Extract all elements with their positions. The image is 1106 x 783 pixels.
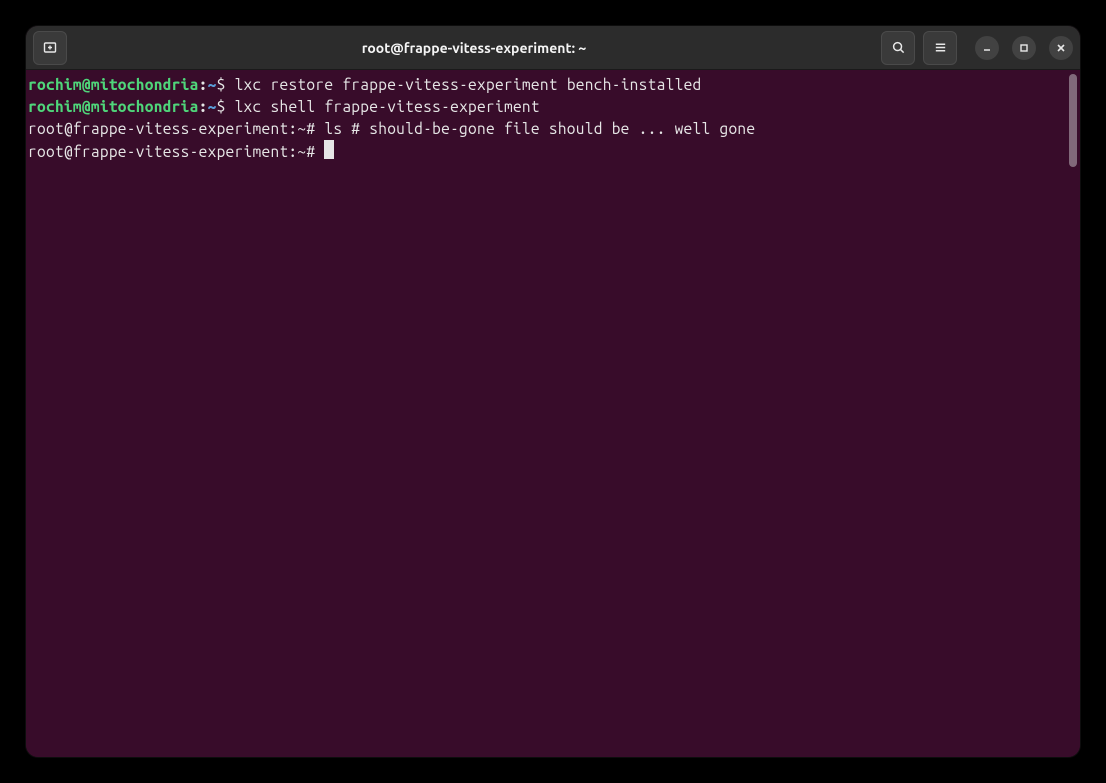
new-tab-icon xyxy=(42,40,58,56)
search-button[interactable] xyxy=(881,31,915,65)
terminal-line: rochim@mitochondria:~$ lxc restore frapp… xyxy=(28,74,1080,96)
prompt-symbol: $ xyxy=(217,76,235,93)
maximize-button[interactable] xyxy=(1012,36,1036,60)
command-text: lxc shell frappe-vitess-experiment xyxy=(235,98,540,115)
search-icon xyxy=(891,40,906,55)
cursor xyxy=(324,140,334,159)
close-icon xyxy=(1055,42,1067,54)
prompt-colon: : xyxy=(199,76,208,93)
close-button[interactable] xyxy=(1049,36,1073,60)
command-text: ls # should-be-gone file should be ... w… xyxy=(324,120,755,137)
minimize-icon xyxy=(981,42,993,54)
window-title: root@frappe-vitess-experiment: ~ xyxy=(67,40,881,56)
terminal-line: root@frappe-vitess-experiment:~# xyxy=(28,140,1080,163)
terminal-line: rochim@mitochondria:~$ lxc shell frappe-… xyxy=(28,96,1080,118)
hamburger-icon xyxy=(933,40,948,55)
titlebar-right xyxy=(881,31,1073,65)
titlebar: root@frappe-vitess-experiment: ~ xyxy=(26,26,1080,70)
command-text: lxc restore frappe-vitess-experiment ben… xyxy=(235,76,702,93)
terminal-window: root@frappe-vitess-experiment: ~ xyxy=(26,26,1080,757)
maximize-icon xyxy=(1018,42,1030,54)
root-prompt: root@frappe-vitess-experiment:~# xyxy=(28,143,324,160)
new-tab-button[interactable] xyxy=(33,31,67,65)
scrollbar-thumb[interactable] xyxy=(1069,74,1077,167)
prompt-colon: : xyxy=(199,98,208,115)
prompt-user-host: rochim@mitochondria xyxy=(28,98,199,115)
prompt-path: ~ xyxy=(208,76,217,93)
root-prompt: root@frappe-vitess-experiment:~# xyxy=(28,120,324,137)
terminal-body[interactable]: rochim@mitochondria:~$ lxc restore frapp… xyxy=(26,70,1080,757)
prompt-symbol: $ xyxy=(217,98,235,115)
terminal-line: root@frappe-vitess-experiment:~# ls # sh… xyxy=(28,118,1080,140)
minimize-button[interactable] xyxy=(975,36,999,60)
menu-button[interactable] xyxy=(923,31,957,65)
titlebar-left xyxy=(33,31,67,65)
prompt-path: ~ xyxy=(208,98,217,115)
terminal-content: rochim@mitochondria:~$ lxc restore frapp… xyxy=(28,74,1080,163)
prompt-user-host: rochim@mitochondria xyxy=(28,76,199,93)
